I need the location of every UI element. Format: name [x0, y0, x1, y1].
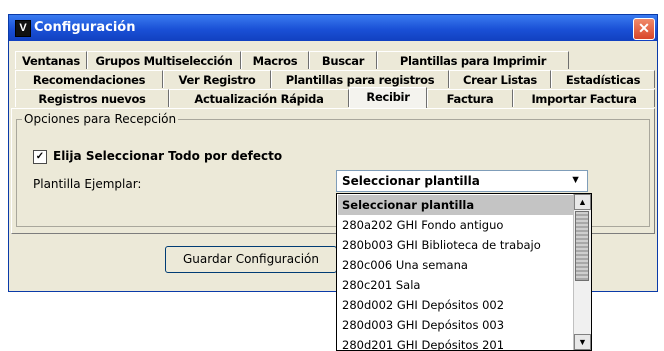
dropdown-scrollbar[interactable]: ▲ ▼: [573, 194, 591, 350]
dropdown-option[interactable]: 280b003 GHI Biblioteca de trabajo: [338, 235, 574, 255]
tab-recibir[interactable]: Recibir: [349, 87, 427, 108]
tab-recomendaciones[interactable]: Recomendaciones: [15, 70, 163, 88]
group-title: Opciones para Recepción: [22, 112, 179, 126]
plantilla-ejemplar-label: Plantilla Ejemplar:: [33, 177, 142, 191]
tab-crear-listas[interactable]: Crear Listas: [449, 70, 551, 88]
scroll-thumb[interactable]: [575, 211, 589, 281]
chevron-down-icon[interactable]: ▼: [570, 174, 581, 186]
title-bar[interactable]: V Configuración ✕: [9, 15, 657, 41]
tab-registros-nuevos[interactable]: Registros nuevos: [15, 89, 169, 107]
select-value: Seleccionar plantilla: [342, 174, 480, 188]
tab-grupos-multiseleccion[interactable]: Grupos Multiselección: [87, 51, 241, 69]
tab-macros[interactable]: Macros: [241, 51, 309, 69]
dropdown-option[interactable]: Seleccionar plantilla: [338, 195, 574, 215]
dropdown-option[interactable]: 280a202 GHI Fondo antiguo: [338, 215, 574, 235]
tab-importar-factura[interactable]: Importar Factura: [513, 89, 655, 107]
app-icon: V: [15, 20, 31, 37]
seleccionar-todo-checkbox[interactable]: ✓: [33, 150, 47, 164]
dropdown-option[interactable]: 280d201 GHI Depósitos 201: [338, 335, 574, 350]
close-button[interactable]: ✕: [633, 18, 655, 40]
tab-buscar[interactable]: Buscar: [309, 51, 377, 69]
tab-actualizacion-rapida[interactable]: Actualización Rápida: [169, 89, 349, 107]
checkbox-label[interactable]: Elija Seleccionar Todo por defecto: [53, 149, 282, 163]
tab-estadisticas[interactable]: Estadísticas: [551, 70, 655, 88]
checkmark-icon: ✓: [35, 151, 45, 162]
dropdown-option[interactable]: 280d002 GHI Depósitos 002: [338, 295, 574, 315]
tab-ver-registro[interactable]: Ver Registro: [163, 70, 271, 88]
guardar-configuracion-button[interactable]: Guardar Configuración: [165, 246, 337, 273]
window-title: Configuración: [34, 20, 136, 35]
tab-plantillas-imprimir[interactable]: Plantillas para Imprimir: [377, 51, 569, 69]
tab-factura[interactable]: Factura: [427, 89, 513, 107]
dropdown-option[interactable]: 280c201 Sala: [338, 275, 574, 295]
tab-ventanas[interactable]: Ventanas: [15, 51, 87, 69]
plantilla-dropdown-list: Seleccionar plantilla 280a202 GHI Fondo …: [336, 193, 592, 351]
scroll-down-icon[interactable]: ▼: [574, 334, 591, 350]
plantilla-select[interactable]: Seleccionar plantilla ▼: [336, 170, 588, 192]
tab-plantillas-registros[interactable]: Plantillas para registros: [271, 70, 449, 88]
dropdown-option[interactable]: 280d003 GHI Depósitos 003: [338, 315, 574, 335]
dropdown-option[interactable]: 280c006 Una semana: [338, 255, 574, 275]
close-icon: ✕: [638, 20, 650, 36]
scroll-up-icon[interactable]: ▲: [574, 194, 591, 210]
